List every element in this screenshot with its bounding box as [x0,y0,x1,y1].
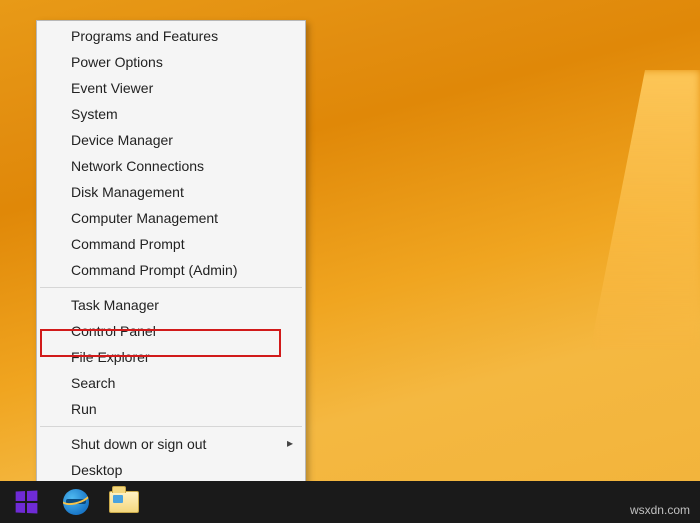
watermark-text: wsxdn.com [630,503,690,517]
menu-item-task-manager[interactable]: Task Manager [39,292,303,318]
menu-item-event-viewer[interactable]: Event Viewer [39,75,303,101]
windows-logo-icon [16,490,38,513]
menu-item-command-prompt-admin[interactable]: Command Prompt (Admin) [39,257,303,283]
menu-item-command-prompt[interactable]: Command Prompt [39,231,303,257]
menu-item-computer-management[interactable]: Computer Management [39,205,303,231]
folder-icon [109,491,139,513]
menu-item-system[interactable]: System [39,101,303,127]
taskbar-item-internet-explorer[interactable] [52,481,100,523]
menu-item-run[interactable]: Run [39,396,303,422]
internet-explorer-icon [63,489,89,515]
menu-item-power-options[interactable]: Power Options [39,49,303,75]
winx-power-user-menu: Programs and Features Power Options Even… [36,20,306,486]
menu-item-control-panel[interactable]: Control Panel [39,318,303,344]
menu-item-file-explorer[interactable]: File Explorer [39,344,303,370]
menu-item-disk-management[interactable]: Disk Management [39,179,303,205]
menu-separator [40,287,302,288]
taskbar [0,481,700,523]
menu-item-search[interactable]: Search [39,370,303,396]
menu-item-desktop[interactable]: Desktop [39,457,303,483]
menu-item-programs-and-features[interactable]: Programs and Features [39,23,303,49]
menu-separator [40,426,302,427]
menu-item-shut-down-or-sign-out[interactable]: Shut down or sign out [39,431,303,457]
menu-item-device-manager[interactable]: Device Manager [39,127,303,153]
start-button[interactable] [0,481,52,523]
menu-item-network-connections[interactable]: Network Connections [39,153,303,179]
taskbar-item-file-explorer[interactable] [100,481,148,523]
